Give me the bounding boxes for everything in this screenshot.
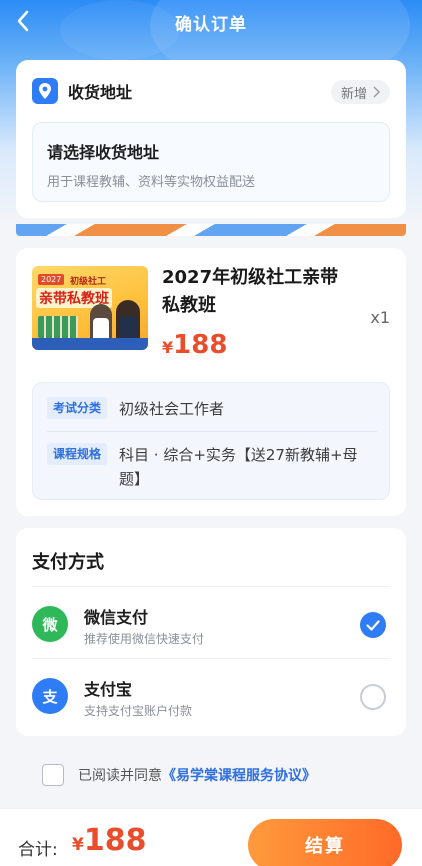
add-address-button[interactable]: 新增 [330, 80, 390, 104]
radio-checked-icon[interactable] [360, 612, 386, 638]
chevron-left-icon [17, 10, 29, 32]
payment-method-desc: 推荐使用微信快速支付 [84, 632, 205, 646]
total-value: 188 [83, 823, 147, 858]
payment-title: 支付方式 [32, 552, 104, 573]
page-title: 确认订单 [175, 14, 247, 35]
select-address-box[interactable]: 请选择收货地址 用于课程教辅、资料等实物权益配送 [32, 122, 390, 202]
price-currency: ¥ [162, 338, 174, 357]
course-thumbnail: 2027 初级社工 亲带私教班 [32, 266, 148, 350]
spec-row-course: 课程规格 科目 · 综合+实务【送27新教辅+母题】 [47, 443, 359, 491]
spec-label: 课程规格 [47, 443, 108, 465]
back-button[interactable] [8, 6, 38, 36]
payment-option-wechat[interactable]: 微 微信支付 推荐使用微信快速支付 [32, 592, 390, 652]
payment-card: 支付方式 微 微信支付 推荐使用微信快速支付 支 支付宝 支持支付宝账户付款 [16, 528, 406, 736]
spec-row-exam: 考试分类 初级社会工作者 [47, 397, 359, 421]
spec-divider [47, 431, 377, 432]
payment-divider [32, 658, 390, 659]
select-address-title: 请选择收货地址 [47, 143, 160, 162]
address-header: 收货地址 [32, 78, 132, 104]
thumbnail-subtitle: 初级社工 [70, 277, 107, 287]
product-specs: 考试分类 初级社会工作者 课程规格 科目 · 综合+实务【送27新教辅+母题】 [32, 382, 390, 500]
select-address-desc: 用于课程教辅、资料等实物权益配送 [47, 175, 256, 190]
product-card: 2027 初级社工 亲带私教班 2027年初级社工亲带私教班 x1 ¥188 考… [16, 248, 406, 516]
envelope-stripe-divider [16, 224, 406, 236]
agreement-checkbox[interactable] [42, 764, 64, 786]
product-price: ¥188 [162, 330, 227, 360]
payment-divider [32, 586, 390, 587]
top-bar: 确认订单 [0, 0, 422, 44]
agreement-link[interactable]: 《易学棠课程服务协议》 [162, 765, 316, 785]
address-card: 收货地址 新增 请选择收货地址 用于课程教辅、资料等实物权益配送 [16, 60, 406, 218]
payment-option-alipay[interactable]: 支 支付宝 支持支付宝账户付款 [32, 664, 390, 724]
total-label: 合计: [18, 840, 58, 860]
thumbnail-badge: 2027 [38, 274, 65, 285]
thumbnail-bottom-bar [32, 338, 148, 350]
total-currency: ¥ [72, 835, 84, 855]
radio-unchecked-icon[interactable] [360, 684, 386, 710]
agreement-row: 已阅读并同意 《易学棠课程服务协议》 [42, 764, 316, 786]
total-price: ¥188 [72, 823, 146, 858]
add-address-label: 新增 [340, 86, 367, 102]
location-pin-icon [32, 78, 58, 104]
thumbnail-books [38, 316, 78, 338]
product-quantity: x1 [370, 308, 390, 327]
spec-value: 初级社会工作者 [119, 400, 225, 418]
wechat-pay-icon: 微 [32, 606, 68, 642]
payment-method-desc: 支持支付宝账户付款 [84, 704, 193, 718]
chevron-right-icon [373, 86, 380, 98]
agreement-text: 已阅读并同意 [78, 768, 162, 784]
address-title: 收货地址 [68, 83, 133, 102]
spec-label: 考试分类 [47, 397, 108, 419]
payment-method-name: 支付宝 [84, 680, 133, 699]
price-value: 188 [173, 330, 228, 360]
payment-method-name: 微信支付 [84, 608, 149, 627]
alipay-icon: 支 [32, 678, 68, 714]
spec-value: 科目 · 综合+实务【送27新教辅+母题】 [119, 446, 358, 488]
product-name: 2027年初级社工亲带私教班 [162, 267, 339, 316]
checkout-footer: 合计: ¥188 结算 [0, 808, 422, 866]
checkout-button[interactable]: 结算 [248, 819, 402, 866]
